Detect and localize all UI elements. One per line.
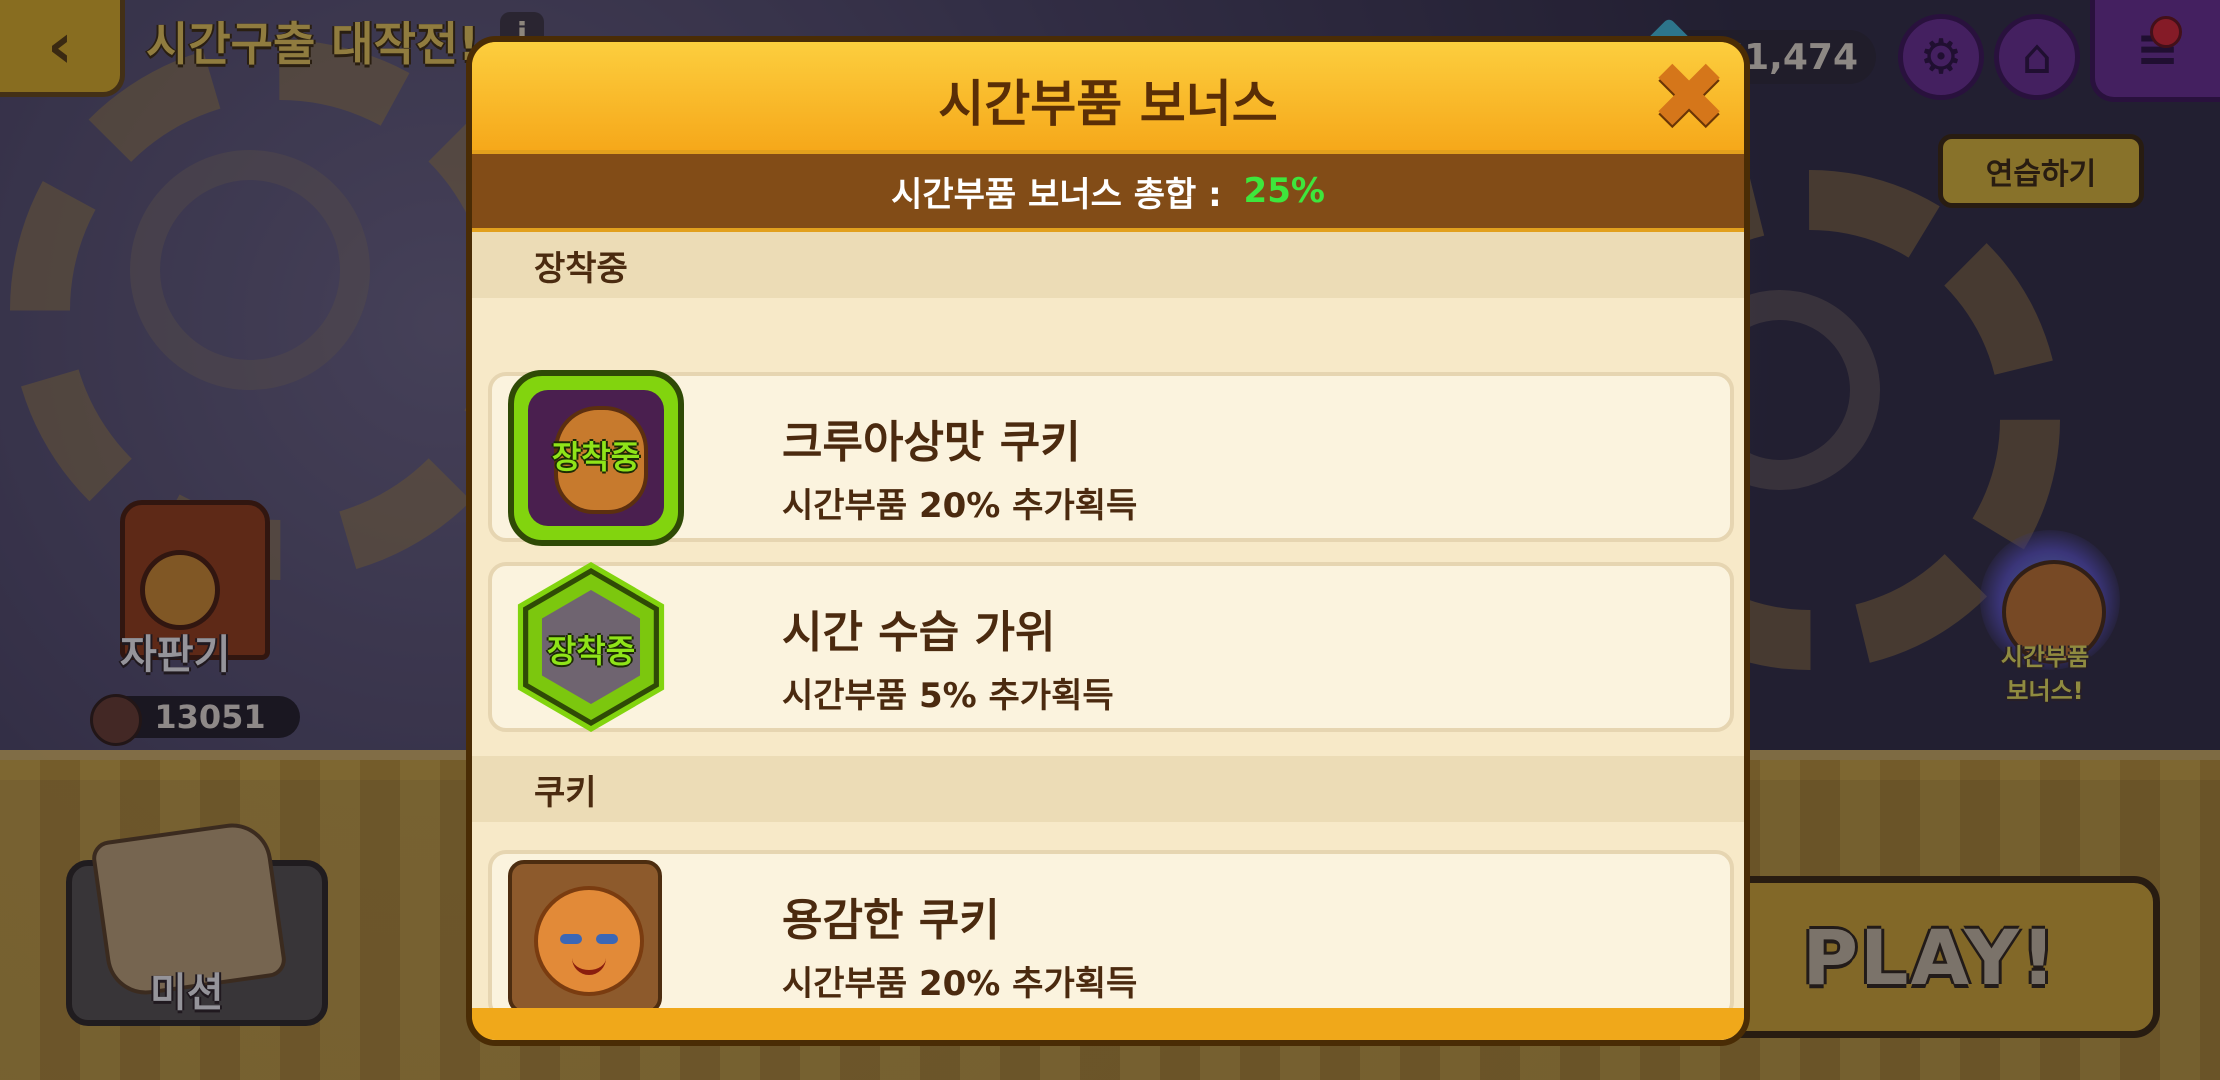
bonus-total-label: 시간부품 보너스 총합 : [891,174,1234,215]
modal-title: 시간부품 보너스 [938,75,1278,133]
item-name: 시간 수습 가위 [782,607,1056,658]
list-item[interactable]: 장착중 시간 수습 가위 시간부품 5% 추가획득 [488,562,1734,732]
close-button[interactable]: ✖ [1650,51,1727,143]
scissors-treasure-icon: 장착중 [506,562,676,732]
cookie-eye [560,934,582,944]
section-header-cookies: 쿠키 [472,756,1744,822]
equipped-tag: 장착중 [551,438,641,476]
item-desc: 시간부품 20% 추가획득 [782,486,1138,526]
section-header-equipped: 장착중 [472,232,1744,298]
bonus-list[interactable]: 장착중 장착중 크루아상맛 쿠키 시간부품 20% 추가획득 장착중 시간 수습… [472,232,1744,1040]
bonus-total-value: 25% [1243,171,1325,211]
item-name: 용감한 쿠키 [782,895,1000,946]
item-desc: 시간부품 20% 추가획득 [782,964,1138,1004]
list-item[interactable]: 장착중 크루아상맛 쿠키 시간부품 20% 추가획득 [488,370,1734,546]
cookie-face [534,886,644,996]
item-name: 크루아상맛 쿠키 [782,417,1081,468]
brave-cookie-icon [508,860,662,1014]
equipped-tag: 장착중 [546,632,636,670]
cookie-mouth [572,956,606,975]
close-x-icon: ✖ [1650,43,1728,150]
cookie-eye [596,934,618,944]
bonus-total-bar: 시간부품 보너스 총합 : 25% [472,154,1744,228]
item-desc: 시간부품 5% 추가획득 [782,676,1114,716]
modal-footer [472,1008,1744,1040]
treasure-icon: 장착중 [508,370,684,546]
list-item[interactable]: 용감한 쿠키 시간부품 20% 추가획득 [488,850,1734,1020]
bonus-modal: 시간부품 보너스 ✖ 시간부품 보너스 총합 : 25% 장착중 장착중 크루아… [466,36,1750,1046]
